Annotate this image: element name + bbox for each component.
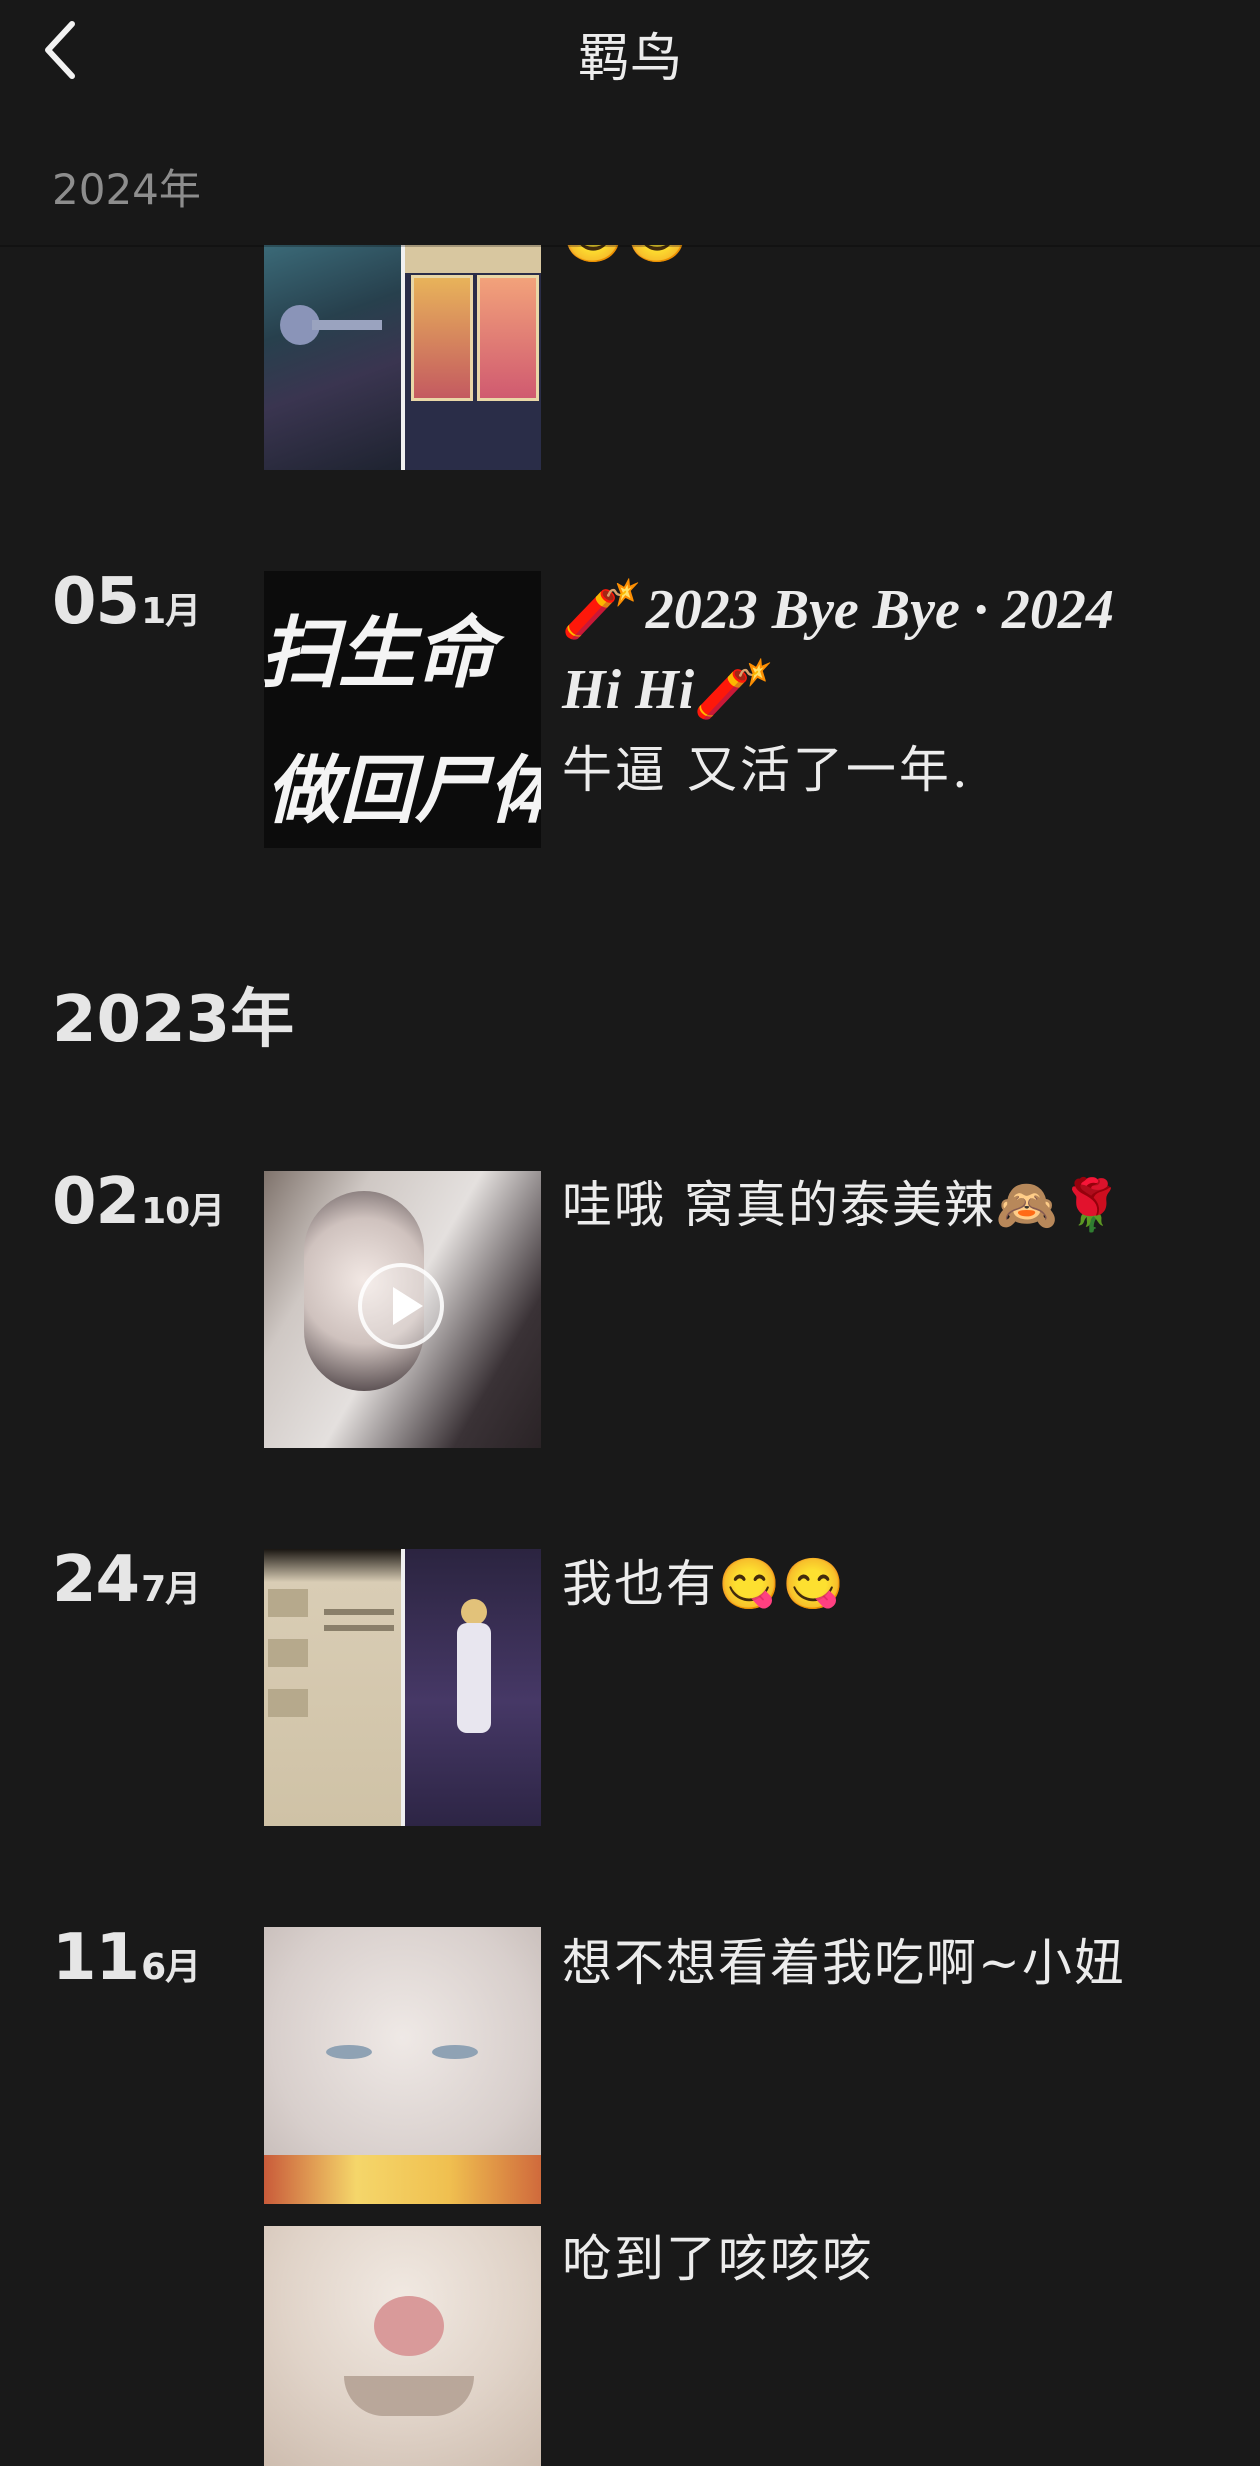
post-caption: 呛到了咳咳咳 [562, 2230, 874, 2288]
post-day: 24 [52, 1543, 140, 1617]
post-month: 7月 [141, 1569, 201, 1610]
post-caption: 想不想看着我吃啊~小妞 [562, 1934, 1126, 1992]
page-title: 羁鸟 [577, 29, 682, 89]
post-caption: 我也有😋😋 [562, 1555, 847, 1613]
thumb-text-1: 扫生命 [264, 609, 495, 699]
post-thumbnail[interactable] [264, 2226, 541, 2466]
sticky-year-label: 2024年 [52, 165, 201, 214]
post-date: 0210月 [52, 1165, 225, 1239]
post-month: 6月 [141, 1947, 201, 1988]
post-date: 051月 [52, 565, 201, 639]
post-caption: 🧨 2023 Bye Bye · 2024 Hi Hi🧨 牛逼 又活了一年. [562, 570, 1162, 810]
post-thumbnail[interactable]: 扫生命 做回尸体 [264, 571, 541, 848]
post-thumbnail[interactable] [264, 1927, 541, 2204]
thumb-text-2: 做回尸体 [266, 748, 541, 834]
post-thumbnail[interactable] [264, 245, 541, 470]
post-caption-title: 🧨 2023 Bye Bye · 2024 Hi Hi🧨 [562, 579, 1114, 721]
post-caption-body: 牛逼 又活了一年. [562, 741, 971, 799]
post-day: 11 [52, 1921, 140, 1995]
post-day: 05 [52, 565, 140, 639]
year-heading: 2023年 [52, 983, 295, 1057]
post-video-thumbnail[interactable] [264, 1171, 541, 1448]
post-date: 116月 [52, 1921, 201, 1995]
post-day: 02 [52, 1165, 140, 1239]
header-bar: 羁鸟 2024年 [0, 0, 1260, 245]
play-icon[interactable] [358, 1263, 444, 1349]
post-caption: 哇哦 窝真的泰美辣🙈🌹 [562, 1176, 1125, 1234]
post-month: 10月 [141, 1191, 225, 1232]
post-thumbnail[interactable] [264, 1549, 541, 1826]
post-month: 1月 [141, 591, 201, 632]
post-date: 247月 [52, 1543, 201, 1617]
